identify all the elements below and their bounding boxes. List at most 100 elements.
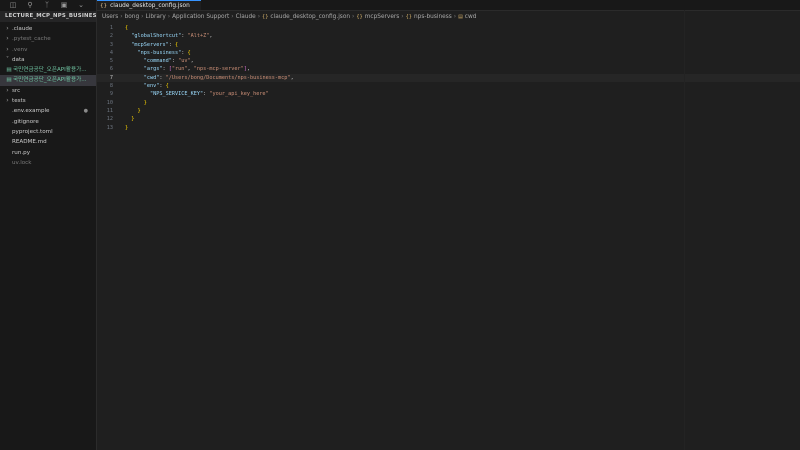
tree-item-label: .venv bbox=[12, 46, 28, 53]
explorer-title: LECTURE_MCP_NPS_BUSINESS... bbox=[0, 11, 96, 22]
code-text: "cwd": "/Users/bong/Documents/nps-busine… bbox=[143, 74, 294, 81]
chevron-right-icon: › bbox=[6, 35, 9, 43]
chevron-right-icon: › bbox=[6, 97, 9, 105]
code-line[interactable]: 4 "nps-business": { bbox=[97, 49, 800, 57]
code-line[interactable]: 11 } bbox=[97, 107, 800, 115]
json-object-icon: {} bbox=[356, 14, 363, 20]
breadcrumb-separator: › bbox=[453, 14, 457, 20]
breadcrumb-item[interactable]: Users bbox=[102, 14, 118, 20]
code-text: "NPS_SERVICE_KEY": "your_api_key_here" bbox=[150, 91, 269, 98]
breadcrumb-separator: › bbox=[167, 14, 171, 20]
line-number: 1 bbox=[109, 25, 113, 31]
tree-file[interactable]: ▤ 국민연금공단_오픈API활용가... bbox=[0, 65, 96, 75]
tree-file[interactable]: .env.example ● bbox=[0, 106, 96, 116]
file-tree: › .claude › .pytest_cache › .venv ˅ data ▤ 국민연금공단… bbox=[0, 24, 96, 168]
code-text: } bbox=[125, 124, 129, 131]
breadcrumb-separator: › bbox=[401, 14, 404, 20]
line-number: 3 bbox=[109, 41, 113, 48]
tree-item-label: tests bbox=[12, 98, 26, 105]
tree-item-label: uv.lock bbox=[12, 159, 32, 166]
code-line[interactable]: 5 "command": "uv", bbox=[97, 57, 800, 65]
tree-file[interactable]: ▤ 국민연금공단_오픈API활용가... bbox=[0, 75, 96, 86]
tree-file[interactable]: .gitignore bbox=[0, 117, 96, 127]
breadcrumb-item[interactable]: Claude bbox=[236, 14, 256, 20]
tree-item-label: .env.example bbox=[12, 108, 50, 115]
chevron-right-icon: › bbox=[6, 86, 9, 94]
line-number: 8 bbox=[109, 83, 113, 90]
code-line[interactable]: 10 } bbox=[97, 99, 800, 107]
code-editor[interactable]: 1{2 "globalShortcut": "Alt+Z", 3 "mcpServ… bbox=[97, 24, 800, 132]
property-icon: ▤ bbox=[458, 14, 463, 20]
code-text: "mcpServers": { bbox=[131, 41, 179, 48]
code-text: } bbox=[143, 99, 147, 106]
tree-item-label: run.py bbox=[12, 149, 31, 156]
code-line[interactable]: 3 "mcpServers": { bbox=[97, 41, 800, 49]
breadcrumb-item[interactable]: Library bbox=[145, 14, 165, 20]
line-number: 4 bbox=[109, 49, 113, 56]
minimap-divider bbox=[684, 10, 685, 450]
line-number: 2 bbox=[109, 33, 113, 40]
code-text: { bbox=[125, 25, 129, 31]
breadcrumb-item[interactable]: claude_desktop_config.json bbox=[270, 14, 350, 20]
code-line[interactable]: 13} bbox=[97, 124, 800, 132]
explorer-sidebar: ◫ ⚲ ᛉ ▣ ⌄ LECTURE_MCP_NPS_BUSINESS... ›.… bbox=[0, 0, 97, 450]
line-number: 7 bbox=[109, 74, 113, 81]
code-line[interactable]: 7 "cwd": "/Users/bong/Documents/nps-busi… bbox=[97, 73, 800, 83]
tree-item-label: .claude bbox=[12, 26, 33, 32]
line-number: 13 bbox=[106, 124, 113, 131]
breadcrumb-separator: › bbox=[120, 14, 123, 20]
tree-file[interactable]: README.md bbox=[0, 137, 96, 147]
breadcrumb-item[interactable]: nps-business bbox=[414, 14, 452, 20]
modified-dot: ● bbox=[83, 108, 88, 115]
tree-item-label: README.md bbox=[12, 139, 47, 146]
chevron-down-icon[interactable]: ⌄ bbox=[76, 1, 86, 9]
tree-file[interactable]: pyproject.toml bbox=[0, 127, 96, 137]
tree-folder[interactable]: › src bbox=[0, 86, 96, 96]
tab-bar: {} claude_desktop_config.json bbox=[97, 0, 800, 11]
breadcrumb-separator: › bbox=[352, 14, 355, 20]
tree-file[interactable]: run.py bbox=[0, 148, 96, 158]
code-line[interactable]: 6 "args": ["run", "nps-mcp-server"], bbox=[97, 65, 800, 73]
line-number: 11 bbox=[106, 107, 113, 114]
code-text: "command": "uv", bbox=[143, 58, 194, 65]
tab-claude-desktop-config[interactable]: {} claude_desktop_config.json bbox=[97, 0, 201, 10]
code-text: "globalShortcut": "Alt+Z", bbox=[131, 33, 213, 40]
activity-bar: ◫ ⚲ ᛉ ▣ ⌄ bbox=[0, 0, 96, 10]
tree-file[interactable]: uv.lock bbox=[0, 158, 96, 168]
search-icon[interactable]: ⚲ bbox=[25, 1, 35, 9]
breadcrumb-separator: › bbox=[141, 14, 144, 20]
breadcrumb-item[interactable]: mcpServers bbox=[365, 14, 400, 20]
tree-item-label: pyproject.toml bbox=[12, 128, 53, 135]
files-icon[interactable]: ◫ bbox=[8, 1, 18, 9]
code-text: "args": ["run", "nps-mcp-server"], bbox=[143, 66, 250, 73]
chevron-down-icon: ˅ bbox=[6, 55, 9, 63]
tree-folder[interactable]: › .pytest_cache bbox=[0, 34, 96, 44]
breadcrumb-item[interactable]: cwd bbox=[465, 14, 477, 20]
line-number: 10 bbox=[106, 99, 113, 106]
json-object-icon: {} bbox=[262, 14, 269, 20]
tree-folder[interactable]: › .claude bbox=[0, 24, 96, 34]
code-line[interactable]: 2 "globalShortcut": "Alt+Z", bbox=[97, 32, 800, 40]
source-control-icon[interactable]: ᛉ bbox=[42, 1, 52, 9]
tree-folder[interactable]: › tests bbox=[0, 96, 96, 106]
tree-folder[interactable]: › .venv bbox=[0, 45, 96, 55]
breadcrumb-separator: › bbox=[257, 14, 261, 20]
code-line[interactable]: 8 "env": { bbox=[97, 82, 800, 90]
breadcrumb: Users › bong › Library › Application Support › C… bbox=[97, 11, 800, 23]
line-number: 6 bbox=[109, 66, 113, 73]
code-line[interactable]: 1{ bbox=[97, 24, 800, 32]
code-line[interactable]: 12 } bbox=[97, 115, 800, 123]
file-icon: ▤ bbox=[6, 67, 12, 74]
tree-item-label: .pytest_cache bbox=[12, 36, 51, 43]
line-number: 9 bbox=[109, 91, 113, 98]
json-object-icon: {} bbox=[405, 14, 412, 20]
tree-folder[interactable]: ˅ data bbox=[0, 55, 96, 65]
chevron-right-icon: › bbox=[6, 25, 9, 32]
code-line[interactable]: 9 "NPS_SERVICE_KEY": "your_api_key_here" bbox=[97, 90, 800, 98]
breadcrumb-item[interactable]: Application Support bbox=[172, 14, 229, 20]
line-number: 5 bbox=[109, 58, 113, 65]
breadcrumb-separator: › bbox=[231, 14, 234, 20]
breadcrumb-item[interactable]: bong bbox=[125, 14, 140, 20]
extensions-icon[interactable]: ▣ bbox=[59, 1, 69, 9]
tree-item-label: 국민연금공단_오픈API활용가... bbox=[13, 67, 87, 74]
